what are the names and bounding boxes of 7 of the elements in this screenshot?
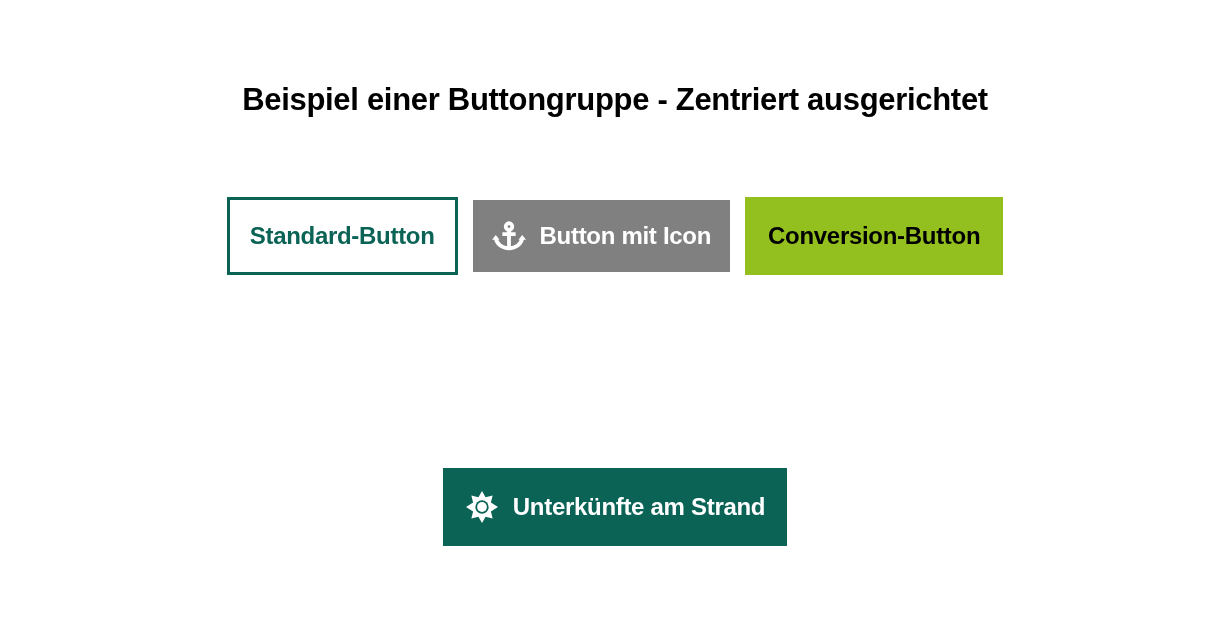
beach-accommodation-button[interactable]: Unterkünfte am Strand [442, 468, 788, 546]
page-title: Beispiel einer Buttongruppe - Zentriert ausgerichtet [242, 82, 988, 118]
button[interactable]: Conversion-Button [745, 197, 1004, 275]
sun-icon [464, 491, 499, 523]
anchor-icon [491, 220, 526, 252]
button[interactable]: Standard-Button [226, 197, 458, 275]
button[interactable]: Button mit Icon [472, 200, 731, 272]
